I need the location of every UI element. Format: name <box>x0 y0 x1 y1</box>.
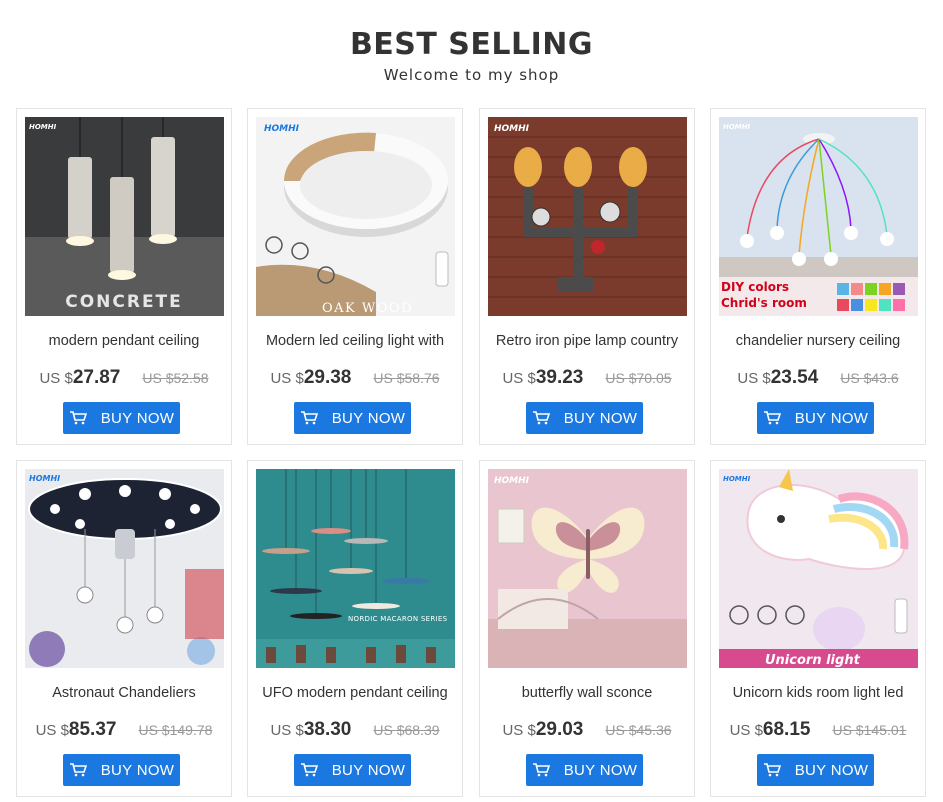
product-card[interactable]: HOMHI DIY colors Chrid's room chandelier… <box>710 108 926 445</box>
product-card[interactable]: HOMHI Astronaut Chandeliers US $85.37 US … <box>16 460 232 797</box>
buy-now-label: BUY NOW <box>563 761 638 779</box>
buy-now-button[interactable]: BUY NOW <box>757 754 874 786</box>
brand-logo: HOMHI <box>264 124 300 134</box>
product-title[interactable]: chandelier nursery ceiling <box>717 332 919 350</box>
current-price: US $39.23 <box>502 367 584 388</box>
product-card[interactable]: NORDIC MACARON SERIES UFO modern pendant… <box>247 460 463 797</box>
product-title[interactable]: butterfly wall sconce <box>486 684 688 702</box>
product-title-overflow <box>23 701 225 707</box>
buy-now-label: BUY NOW <box>331 409 406 427</box>
brand-logo: HOMHI <box>723 123 751 131</box>
image-caption: CONCRETE <box>65 292 183 312</box>
price-row: US $85.37 US $149.78 <box>17 719 231 741</box>
product-title[interactable]: Retro iron pipe lamp country <box>486 332 688 350</box>
buy-now-button[interactable]: BUY NOW <box>63 402 180 434</box>
image-caption: NORDIC MACARON SERIES <box>348 615 448 623</box>
price-row: US $39.23 US $70.05 <box>480 367 694 389</box>
original-price: US $52.58 <box>142 370 209 386</box>
price-row: US $29.03 US $45.36 <box>480 719 694 741</box>
cart-icon <box>69 763 87 777</box>
section-header: BEST SELLING Welcome to my shop <box>0 26 943 84</box>
product-title-overflow <box>254 701 456 707</box>
buy-now-label: BUY NOW <box>563 409 638 427</box>
cart-icon <box>763 763 781 777</box>
product-title-overflow <box>717 701 919 707</box>
price-row: US $27.87 US $52.58 <box>17 367 231 389</box>
buy-now-button[interactable]: BUY NOW <box>757 402 874 434</box>
cart-icon <box>763 411 781 425</box>
product-card[interactable]: HOMHI OAK WOOD Modern led ceiling light … <box>247 108 463 445</box>
product-title[interactable]: Modern led ceiling light with <box>254 332 456 350</box>
product-title-overflow <box>23 349 225 355</box>
product-title[interactable]: modern pendant ceiling <box>23 332 225 350</box>
price-row: US $29.38 US $58.76 <box>248 367 462 389</box>
brand-logo: HOMHI <box>29 474 60 483</box>
product-image-pipe-lamp[interactable]: HOMHI <box>488 117 687 316</box>
buy-now-label: BUY NOW <box>794 409 869 427</box>
buy-now-button[interactable]: BUY NOW <box>294 402 411 434</box>
cart-icon <box>300 411 318 425</box>
original-price: US $68.39 <box>373 722 440 738</box>
product-title[interactable]: Astronaut Chandeliers <box>23 684 225 702</box>
product-image-nursery-chandelier[interactable]: HOMHI DIY colors Chrid's room <box>719 117 918 316</box>
product-card[interactable]: HOMHI CONCRETE modern pendant ceiling US… <box>16 108 232 445</box>
brand-logo: HOMHI <box>29 123 57 131</box>
price-row: US $68.15 US $145.01 <box>711 719 925 741</box>
buy-now-label: BUY NOW <box>331 761 406 779</box>
current-price: US $29.38 <box>270 367 352 388</box>
section-subtitle: Welcome to my shop <box>383 66 560 84</box>
product-image-unicorn-light[interactable]: HOMHI Unicorn light <box>719 469 918 668</box>
cart-icon <box>532 763 550 777</box>
price-row: US $38.30 US $68.39 <box>248 719 462 741</box>
original-price: US $70.05 <box>605 370 672 386</box>
brand-logo: HOMHI <box>494 124 530 134</box>
product-image-ufo-pendant[interactable]: NORDIC MACARON SERIES <box>256 469 455 668</box>
original-price: US $58.76 <box>373 370 440 386</box>
current-price: US $29.03 <box>502 719 584 740</box>
buy-now-label: BUY NOW <box>794 761 869 779</box>
product-card[interactable]: HOMHI butterfly wall sconce US $29.03 US … <box>479 460 695 797</box>
product-title-overflow <box>717 349 919 355</box>
product-image-oak-ceiling-light[interactable]: HOMHI OAK WOOD <box>256 117 455 316</box>
product-title[interactable]: UFO modern pendant ceiling <box>254 684 456 702</box>
current-price: US $27.87 <box>39 367 121 388</box>
image-caption: DIY colors Chrid's room <box>721 280 807 310</box>
cart-icon <box>69 411 87 425</box>
price-row: US $23.54 US $43.6 <box>711 367 925 389</box>
buy-now-label: BUY NOW <box>100 409 175 427</box>
current-price: US $23.54 <box>737 367 819 388</box>
product-title-overflow <box>486 701 688 707</box>
brand-logo: HOMHI <box>494 476 530 486</box>
buy-now-button[interactable]: BUY NOW <box>294 754 411 786</box>
cart-icon <box>300 763 318 777</box>
image-caption: OAK WOOD <box>322 301 413 316</box>
buy-now-button[interactable]: BUY NOW <box>526 754 643 786</box>
cart-icon <box>532 411 550 425</box>
current-price: US $38.30 <box>270 719 352 740</box>
original-price: US $149.78 <box>138 722 213 738</box>
product-image-astronaut-chandelier[interactable]: HOMHI <box>25 469 224 668</box>
product-card[interactable]: HOMHI Unicorn light Unicorn kids room li… <box>710 460 926 797</box>
product-image-concrete-pendant[interactable]: HOMHI CONCRETE <box>25 117 224 316</box>
product-image-butterfly-sconce[interactable]: HOMHI <box>488 469 687 668</box>
original-price: US $145.01 <box>832 722 907 738</box>
current-price: US $85.37 <box>35 719 117 740</box>
brand-logo: HOMHI <box>723 475 751 483</box>
original-price: US $45.36 <box>605 722 672 738</box>
buy-now-label: BUY NOW <box>100 761 175 779</box>
buy-now-button[interactable]: BUY NOW <box>63 754 180 786</box>
buy-now-button[interactable]: BUY NOW <box>526 402 643 434</box>
product-title-overflow <box>486 349 688 355</box>
current-price: US $68.15 <box>729 719 811 740</box>
product-title-overflow <box>254 349 456 355</box>
original-price: US $43.6 <box>840 370 899 386</box>
section-title: BEST SELLING <box>349 27 594 62</box>
image-caption: Unicorn light <box>765 653 861 668</box>
product-card[interactable]: HOMHI Retro iron pipe lamp country US $3… <box>479 108 695 445</box>
product-title[interactable]: Unicorn kids room light led <box>717 684 919 702</box>
